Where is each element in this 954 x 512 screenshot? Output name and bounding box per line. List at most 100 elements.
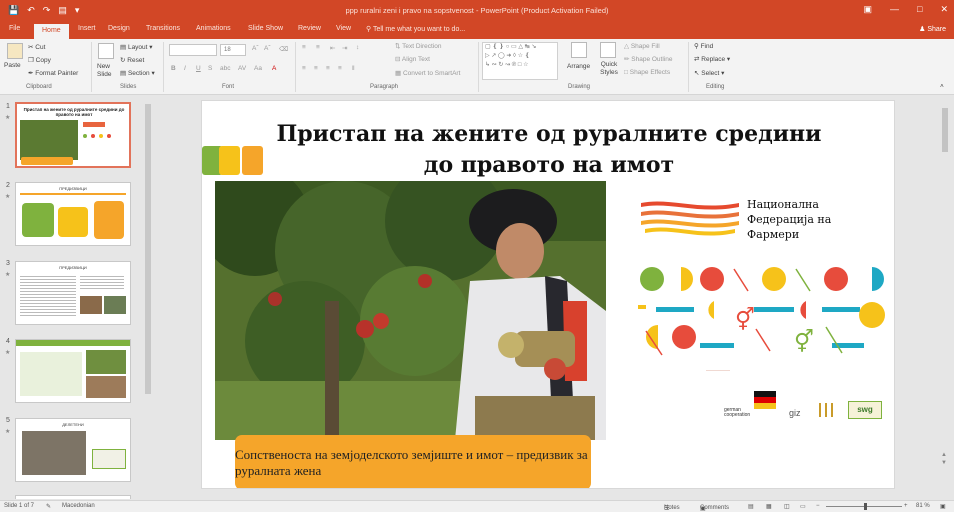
font-name-dropdown[interactable] — [169, 44, 217, 56]
align-right-icon[interactable]: ≡ — [326, 65, 330, 72]
zoom-in-icon[interactable]: + — [904, 503, 908, 509]
clear-formatting-icon[interactable]: ⌫ — [279, 45, 288, 53]
slide-caption[interactable]: Сопственоста на земјоделското земјиште и… — [235, 435, 591, 488]
close-button[interactable]: ✕ — [940, 4, 948, 15]
normal-view-icon[interactable]: ▤ — [748, 503, 754, 510]
slide-sorter-icon[interactable]: ▦ — [766, 503, 772, 510]
thumbnail-scrollbar[interactable] — [144, 96, 152, 496]
thumbnail-number: 3 — [6, 260, 10, 267]
minimize-button[interactable]: — — [890, 4, 899, 15]
align-center-icon[interactable]: ≡ — [314, 65, 318, 72]
thumbnail-slide-6-partial[interactable] — [15, 495, 131, 499]
thumbnail-number: 2 — [6, 182, 10, 189]
fit-to-window-icon[interactable]: ▣ — [940, 503, 946, 510]
text-direction-button[interactable]: ⇅ Text Direction — [395, 42, 442, 50]
font-group-label: Font — [222, 84, 235, 90]
line-spacing-icon[interactable]: ↕ — [356, 44, 359, 51]
justify-icon[interactable]: ≡ — [338, 65, 342, 72]
next-slide-icon[interactable]: ▼ — [941, 460, 947, 466]
share-button[interactable]: ♟ Share — [919, 25, 946, 33]
align-text-button[interactable]: ⊟ Align Text — [395, 55, 430, 63]
tab-slide-show[interactable]: Slide Show — [248, 25, 283, 32]
yellow-square — [219, 146, 240, 175]
find-button[interactable]: ⚲ Find — [694, 42, 713, 50]
tab-animations[interactable]: Animations — [196, 25, 231, 32]
paste-icon[interactable] — [7, 43, 23, 59]
slide-scrollbar[interactable]: ▲ ▼ — [940, 96, 950, 496]
slide-canvas[interactable]: Пристап на жените од руралните средини д… — [201, 100, 895, 489]
format-painter-button[interactable]: ✒ Format Painter — [28, 69, 78, 77]
shape-outline-button[interactable]: ✏ Shape Outline — [624, 55, 672, 63]
collapse-ribbon-icon[interactable]: ˄ — [940, 83, 944, 90]
shrink-font-icon[interactable]: Aˇ — [264, 45, 271, 52]
section-button[interactable]: ▤ Section ▾ — [120, 69, 155, 77]
underline-icon[interactable]: U — [196, 65, 201, 72]
tell-me-box[interactable]: ⚲ Tell me what you want to do... — [366, 25, 465, 33]
maximize-button[interactable]: □ — [917, 4, 922, 15]
char-spacing-icon[interactable]: AV — [238, 65, 246, 72]
ribbon: Paste ✂ Cut ❐ Copy ✒ Format Painter Clip… — [0, 39, 954, 95]
columns-icon[interactable]: ‖ — [352, 65, 355, 72]
reset-button[interactable]: ↻ Reset — [120, 56, 144, 64]
quick-styles-icon[interactable] — [600, 42, 616, 58]
tab-file[interactable]: File — [9, 25, 20, 32]
comments-label: Comments — [700, 505, 730, 511]
divider — [688, 42, 689, 92]
photo-illustration — [215, 181, 606, 440]
tab-home[interactable]: Home — [34, 24, 69, 39]
section-label: Section — [127, 70, 150, 77]
copy-button[interactable]: ❐ Copy — [28, 56, 51, 64]
font-color-icon[interactable]: A — [272, 65, 276, 72]
strikethrough-icon[interactable]: abc — [220, 65, 230, 72]
ribbon-display-icon[interactable]: ▣ — [864, 4, 873, 15]
cut-button[interactable]: ✂ Cut — [28, 43, 45, 51]
tab-view[interactable]: View — [336, 25, 351, 32]
scrollbar-thumb[interactable] — [145, 104, 151, 394]
tab-review[interactable]: Review — [298, 25, 321, 32]
bullets-icon[interactable]: ≡ — [302, 44, 306, 51]
layout-button[interactable]: ▤ Layout ▾ — [120, 43, 153, 51]
italic-icon[interactable]: I — [184, 65, 186, 72]
increase-indent-icon[interactable]: ⇥ — [342, 44, 347, 52]
shape-fill-button[interactable]: △ Shape Fill — [624, 42, 660, 50]
new-slide-icon[interactable] — [98, 43, 114, 59]
numbering-icon[interactable]: ≡ — [316, 44, 320, 51]
thumbnail-slide-5[interactable]: ДЕЛЕТЕНИ — [15, 418, 131, 482]
tab-insert[interactable]: Insert — [78, 25, 96, 32]
scrollbar-thumb[interactable] — [942, 108, 948, 152]
replace-button[interactable]: ⇄ Replace ▾ — [694, 55, 730, 63]
grow-font-icon[interactable]: Aˆ — [252, 45, 259, 52]
change-case-icon[interactable]: Aa — [254, 65, 262, 72]
notes-label: Notes — [664, 505, 680, 511]
slide-title[interactable]: Пристап на жените од руралните средини д… — [202, 119, 894, 181]
thumbnail-slide-1[interactable]: Пристап на жените од руралните средини д… — [15, 102, 131, 168]
reading-view-icon[interactable]: ◫ — [784, 503, 790, 510]
paste-button[interactable]: Paste — [4, 62, 21, 69]
arrange-icon[interactable] — [571, 42, 587, 58]
font-size-dropdown[interactable]: 18 — [220, 44, 246, 56]
thumbnail-slide-2[interactable]: ПРЕДИЗВИЦИ — [15, 182, 131, 246]
shadow-icon[interactable]: S — [208, 65, 212, 72]
decrease-indent-icon[interactable]: ⇤ — [330, 44, 335, 52]
shape-effects-button[interactable]: □ Shape Effects — [624, 69, 670, 76]
tab-design[interactable]: Design — [108, 25, 130, 32]
thumbnail-slide-4[interactable] — [15, 339, 131, 403]
convert-smartart-button[interactable]: ▦ Convert to SmartArt — [395, 69, 460, 77]
spelling-icon[interactable]: ✎ — [46, 503, 51, 510]
zoom-slider-handle[interactable] — [864, 503, 867, 510]
slideshow-icon[interactable]: ▭ — [800, 503, 806, 510]
quick-styles-button[interactable]: Quick Styles — [598, 61, 620, 77]
zoom-out-icon[interactable]: − — [816, 503, 820, 509]
arrange-button[interactable]: Arrange — [567, 63, 590, 70]
thumbnail-slide-3[interactable]: ПРЕДИЗВИЦИ — [15, 261, 131, 325]
tab-transitions[interactable]: Transitions — [146, 25, 180, 32]
new-slide-button[interactable]: New Slide — [97, 63, 115, 79]
select-button[interactable]: ↖ Select ▾ — [694, 69, 724, 77]
bold-icon[interactable]: B — [171, 65, 176, 72]
previous-slide-icon[interactable]: ▲ — [941, 452, 947, 458]
editing-group-label: Editing — [706, 84, 725, 90]
shapes-gallery[interactable]: ▢ ❴ ❵ ○ ▭ △ ↹ ↘ ▷ ↗ ◯ ➜ ◊ ☆ ❴ ↳ ∾ ↻ ↝ ℗ □ … — [482, 42, 558, 80]
align-left-icon[interactable]: ≡ — [302, 65, 306, 72]
zoom-level[interactable]: 81 % — [916, 503, 930, 509]
language-indicator[interactable]: Macedonian — [62, 503, 95, 509]
